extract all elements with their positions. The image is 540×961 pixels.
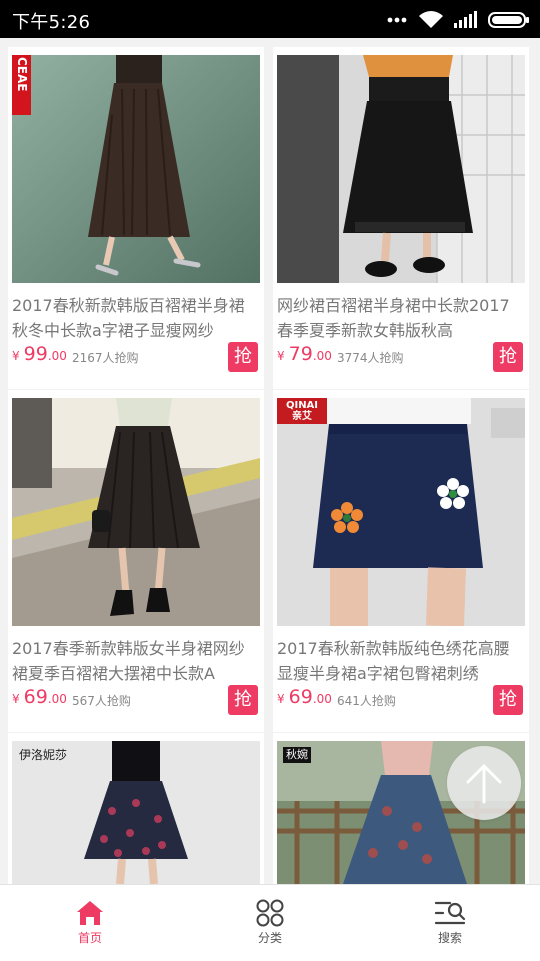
price-integer: 99 xyxy=(23,343,48,365)
grab-button[interactable]: 抢 xyxy=(228,685,258,715)
category-grid-icon xyxy=(256,899,284,927)
back-to-top-button[interactable] xyxy=(447,746,521,820)
currency-symbol: ¥ xyxy=(12,349,20,363)
product-image[interactable] xyxy=(277,55,525,283)
grab-button[interactable]: 抢 xyxy=(493,685,523,715)
tab-home-label: 首页 xyxy=(77,931,102,945)
product-card[interactable]: 2017春季新款韩版女半身裙网纱裙夏季百褶裙大摆裙中长款A ¥69.00 567… xyxy=(8,390,264,732)
price-integer: 69 xyxy=(23,686,48,708)
arrow-up-icon xyxy=(466,764,502,804)
product-photo xyxy=(12,398,260,626)
product-title[interactable]: 2017春秋新款韩版百褶裙半身裙秋冬中长款a字裙子显瘦网纱 xyxy=(12,293,260,343)
tab-category-label: 分类 xyxy=(257,931,282,945)
currency-symbol: ¥ xyxy=(277,692,285,706)
brand-badge-en: QINAI xyxy=(285,400,319,411)
grab-button[interactable]: 抢 xyxy=(228,342,258,372)
product-image[interactable]: 伊洛妮莎 xyxy=(12,741,260,884)
brand-badge-cn: 亲艾 xyxy=(292,411,312,422)
price-decimal: .00 xyxy=(47,349,67,363)
product-image[interactable] xyxy=(12,398,260,626)
product-card[interactable]: CEAE 2017春秋新款韩版百褶裙半身裙秋冬中长款a字裙子显瘦网纱 ¥99.0… xyxy=(8,47,264,389)
product-image[interactable]: CEAE xyxy=(12,55,260,283)
currency-symbol: ¥ xyxy=(277,349,285,363)
product-title[interactable]: 2017春季新款韩版女半身裙网纱裙夏季百褶裙大摆裙中长款A xyxy=(12,636,260,686)
search-icon xyxy=(434,901,466,925)
signal-icon xyxy=(453,10,477,28)
bottom-tab-bar: 首页 分类 搜索 xyxy=(0,884,540,961)
sold-count: 3774人抢购 xyxy=(337,351,404,365)
tab-search[interactable]: 搜索 xyxy=(360,885,540,961)
product-photo xyxy=(277,398,525,626)
tab-search-label: 搜索 xyxy=(437,931,462,945)
price-decimal: .00 xyxy=(47,692,67,706)
product-price: ¥79.00 xyxy=(277,343,332,365)
product-photo xyxy=(277,55,525,283)
brand-badge: QINAI 亲艾 xyxy=(277,398,327,424)
price-integer: 79 xyxy=(288,343,313,365)
home-icon xyxy=(77,901,103,925)
status-time: 下午5:26 xyxy=(12,12,91,33)
product-title[interactable]: 2017春秋新款韩版纯色绣花高腰显瘦半身裙a字裙包臀裙刺绣 xyxy=(277,636,525,686)
brand-badge: 伊洛妮莎 xyxy=(19,748,68,762)
sold-count: 2167人抢购 xyxy=(72,351,139,365)
more-dots-icon xyxy=(387,17,407,22)
grab-button[interactable]: 抢 xyxy=(493,342,523,372)
currency-symbol: ¥ xyxy=(12,692,20,706)
product-card[interactable]: 伊洛妮莎 xyxy=(8,733,264,884)
sold-count: 567人抢购 xyxy=(72,694,131,708)
price-integer: 69 xyxy=(288,686,313,708)
product-price: ¥69.00 xyxy=(277,686,332,708)
tab-category[interactable]: 分类 xyxy=(180,885,360,961)
brand-badge: 秋婉 xyxy=(283,747,311,764)
product-title[interactable]: 网纱裙百褶裙半身裙中长款2017春季夏季新款女韩版秋高 xyxy=(277,293,525,343)
brand-badge: CEAE xyxy=(12,55,32,115)
product-price: ¥99.00 xyxy=(12,343,67,365)
wifi-icon xyxy=(418,10,443,28)
battery-icon xyxy=(488,11,529,28)
product-card[interactable]: QINAI 亲艾 2017春秋新款韩版纯色绣花高腰显瘦半身裙a字裙包臀裙刺绣 ¥… xyxy=(273,390,529,732)
product-card[interactable]: 网纱裙百褶裙半身裙中长款2017春季夏季新款女韩版秋高 ¥79.00 3774人… xyxy=(273,47,529,389)
price-decimal: .00 xyxy=(312,349,332,363)
product-photo xyxy=(12,55,260,283)
tab-home[interactable]: 首页 xyxy=(0,885,180,961)
status-bar: 下午5:26 xyxy=(0,0,540,38)
product-image[interactable]: QINAI 亲艾 xyxy=(277,398,525,626)
price-decimal: .00 xyxy=(312,692,332,706)
status-icons xyxy=(387,9,530,31)
sold-count: 641人抢购 xyxy=(337,694,396,708)
product-price: ¥69.00 xyxy=(12,686,67,708)
